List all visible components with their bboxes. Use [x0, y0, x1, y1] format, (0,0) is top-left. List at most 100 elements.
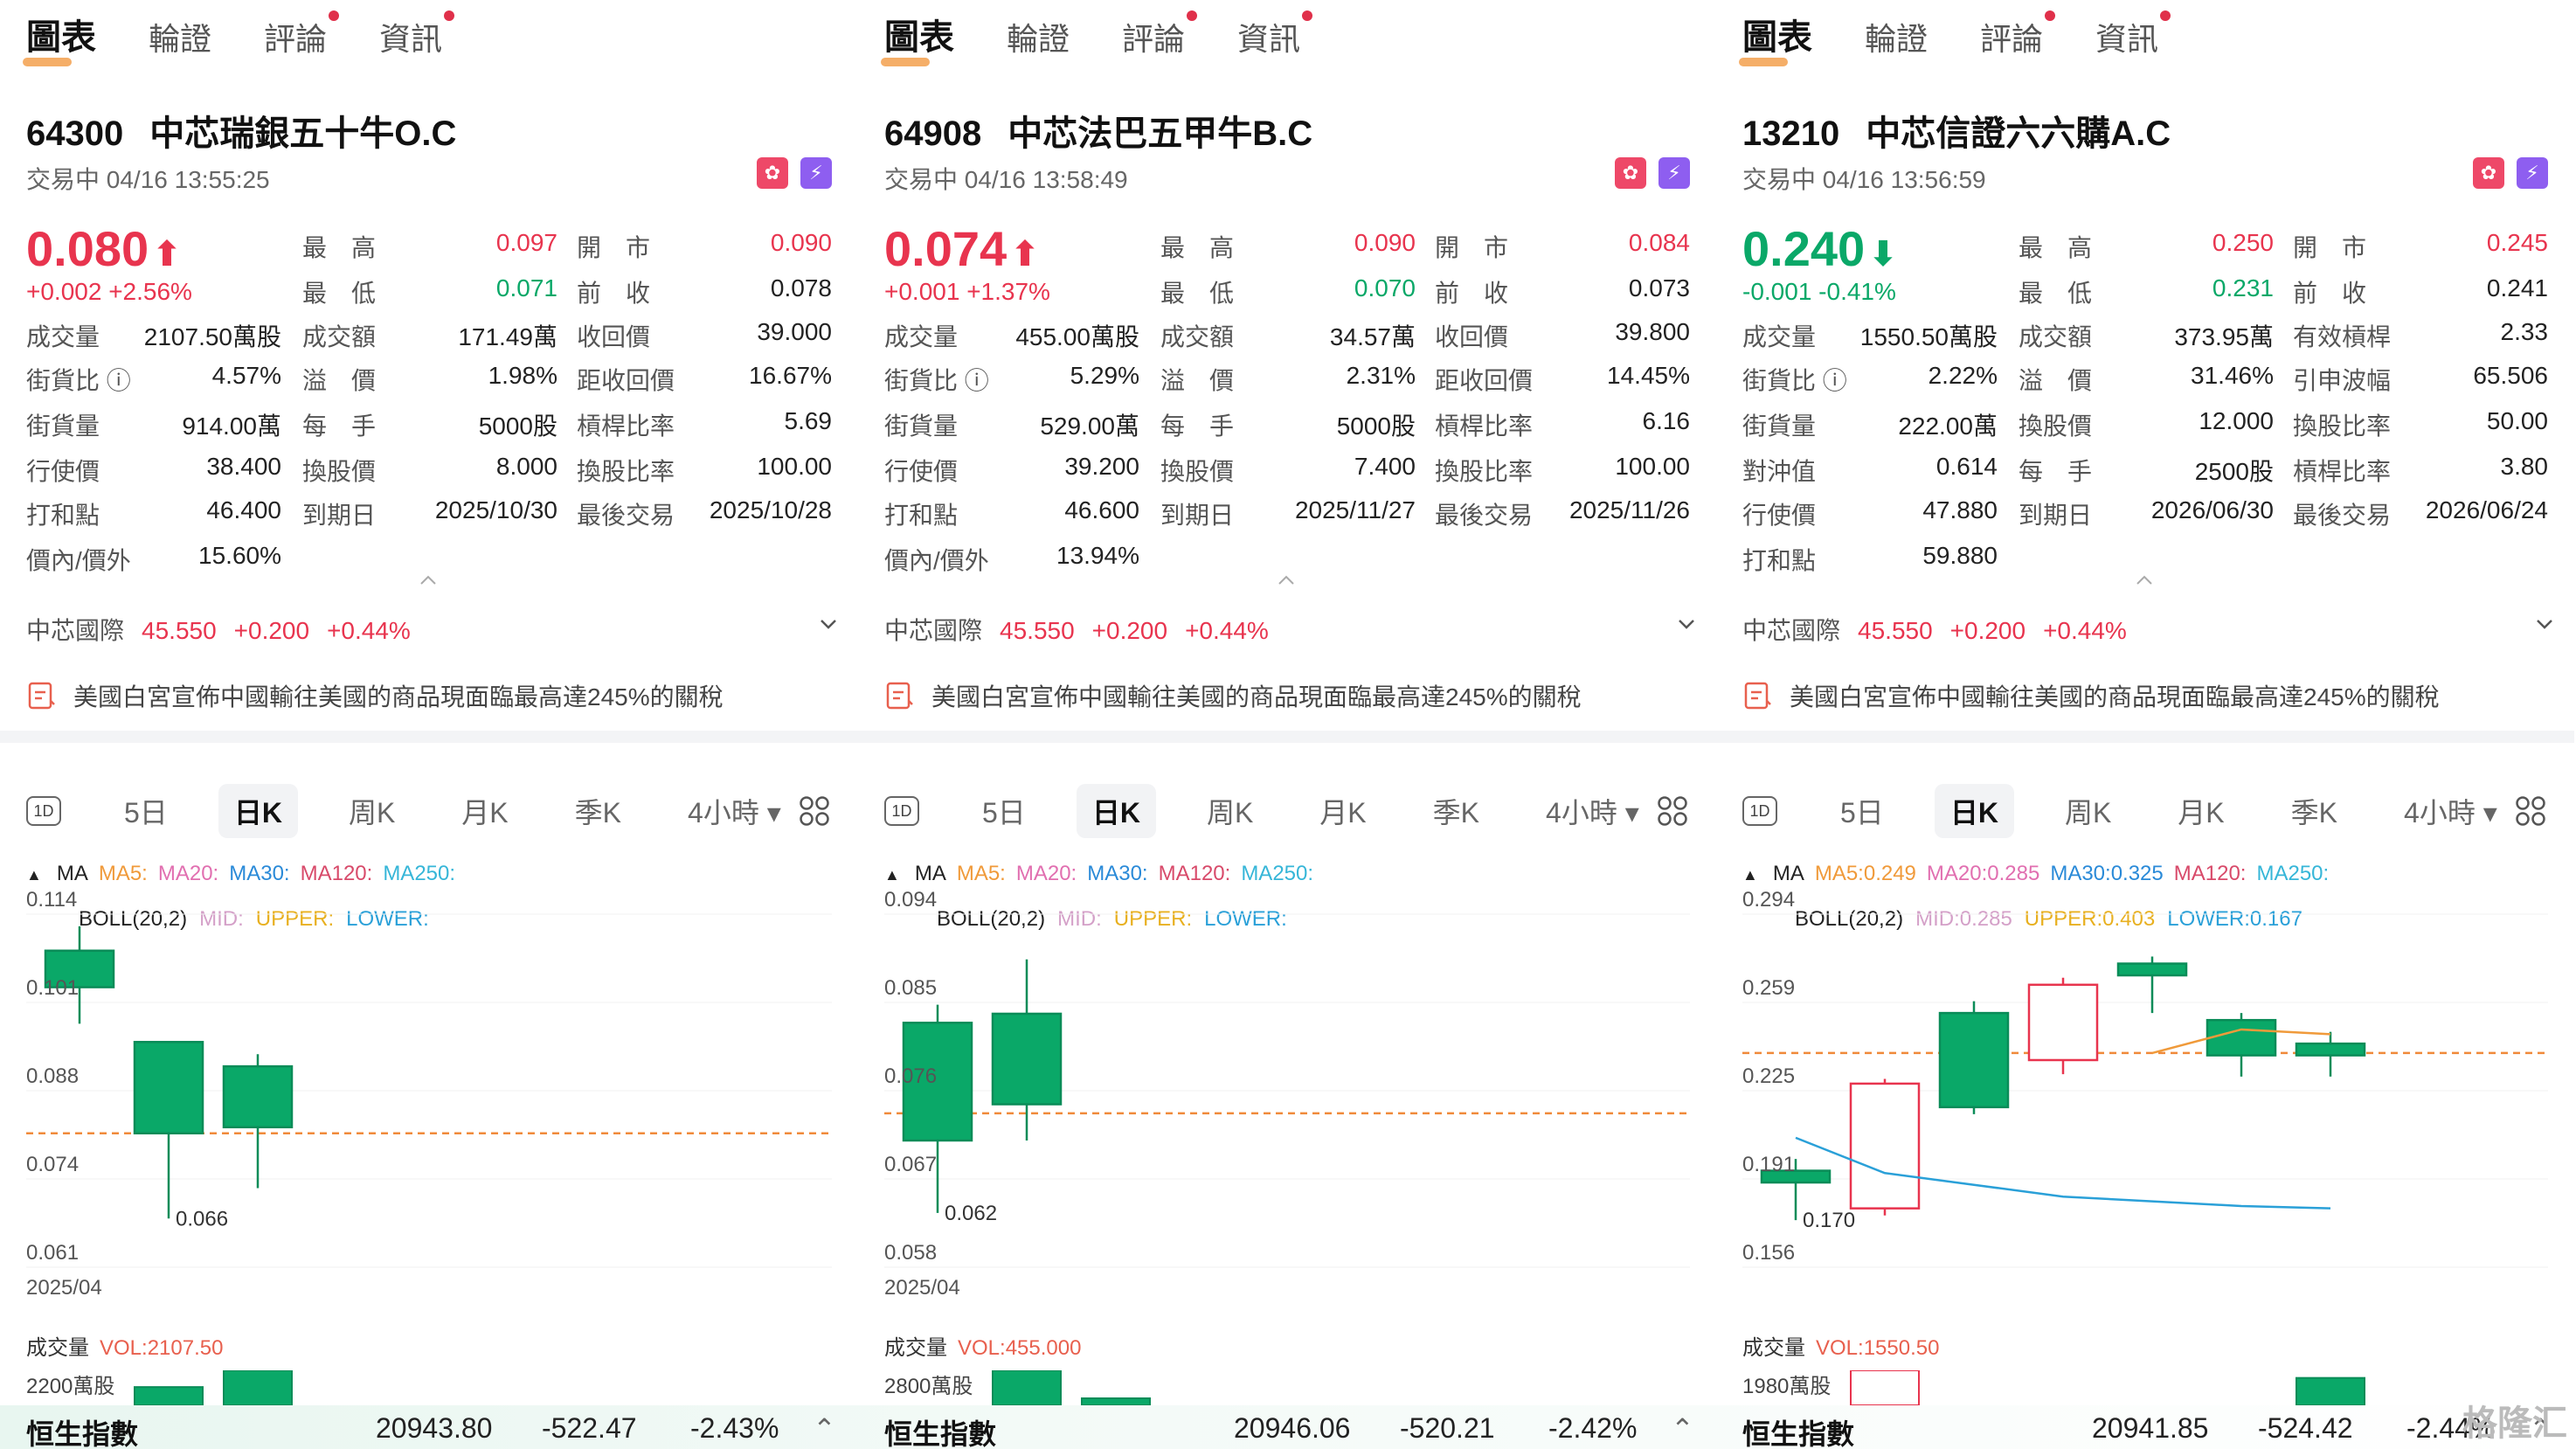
- period-tab[interactable]: 季K: [559, 784, 637, 838]
- volume-bar: [1850, 1370, 1920, 1405]
- stat-label: 有效槓桿: [2293, 323, 2392, 350]
- stat-value: 0.090: [770, 229, 832, 256]
- period-tab[interactable]: 周K: [333, 784, 411, 838]
- triangle-up-icon[interactable]: ▲: [884, 866, 904, 884]
- stat-label: 距收回價: [577, 367, 675, 394]
- period-tab[interactable]: 月K: [1304, 784, 1381, 838]
- collapse-caret-icon[interactable]: [1276, 573, 1297, 586]
- stat-value: 2025/11/26: [1568, 496, 1690, 523]
- collapse-caret-icon[interactable]: [418, 573, 439, 586]
- stat-value: 0.078: [770, 274, 832, 302]
- stat-value: 16.67%: [749, 362, 832, 389]
- tab-chart[interactable]: 圖表: [881, 9, 954, 66]
- low-price-label: 0.170: [1803, 1209, 1855, 1232]
- grid-menu-icon[interactable]: [797, 794, 832, 828]
- period-tab[interactable]: 月K: [446, 784, 523, 838]
- period-tab[interactable]: 周K: [2049, 784, 2127, 838]
- period-tab[interactable]: 日K: [1076, 784, 1156, 838]
- tab-comments[interactable]: 評論: [1980, 10, 2056, 66]
- tab-warrants[interactable]: 輪證: [1007, 14, 1070, 66]
- stat-label: 成交量: [884, 323, 959, 350]
- grid-menu-icon[interactable]: [1655, 794, 1690, 828]
- grid-menu-icon[interactable]: [2513, 794, 2548, 828]
- lightning-icon[interactable]: ⚡: [800, 157, 832, 189]
- candlestick-chart[interactable]: 0.066: [0, 900, 858, 1311]
- ma-legend[interactable]: ▲ MA MA5:0.249 MA20:0.285 MA30:0.325 MA120: M…: [1742, 862, 2339, 886]
- ticker-pct: -2.42%: [1548, 1412, 1638, 1444]
- news-headline[interactable]: 美國白宮宣佈中國輸往美國的商品現面臨最高達245%的關稅: [884, 678, 1582, 713]
- stat-value: 3.80: [2500, 453, 2549, 480]
- stat-value: 2026/06/24: [2425, 496, 2548, 523]
- ticker-name: 恒生指數: [1742, 1412, 1854, 1449]
- tab-news[interactable]: 資訊: [2095, 10, 2171, 66]
- ma-legend[interactable]: ▲ MA MA5: MA20: MA30: MA120: MA250:: [884, 862, 1324, 886]
- lightning-icon[interactable]: ⚡: [1658, 157, 1690, 189]
- period-tab[interactable]: 季K: [2275, 784, 2353, 838]
- period-tab[interactable]: 4小時 ▾: [1530, 784, 1655, 838]
- triangle-up-icon[interactable]: ▲: [1742, 866, 1762, 884]
- period-tab[interactable]: 4小時 ▾: [672, 784, 797, 838]
- hk-flower-icon[interactable]: ✿: [2473, 157, 2504, 189]
- period-tab[interactable]: 5日: [966, 784, 1042, 838]
- stat-label: 最 高: [302, 234, 377, 261]
- period-1d-icon[interactable]: 1D: [1742, 796, 1777, 826]
- index-ticker-bar[interactable]: 恒生指數 20943.80 -522.47 -2.43% ⌃ 恒生指數 20946.06 -5…: [0, 1405, 2576, 1449]
- last-price: 0.074 ⬆: [884, 220, 1040, 277]
- lightning-icon[interactable]: ⚡: [2517, 157, 2548, 189]
- volume-legend: 成交量 VOL:2107.50: [26, 1330, 223, 1361]
- ma-legend[interactable]: ▲ MA MA5: MA20: MA30: MA120: MA250:: [26, 862, 466, 886]
- period-tab[interactable]: 周K: [1191, 784, 1269, 838]
- period-1d-icon[interactable]: 1D: [26, 796, 61, 826]
- underlying-quote[interactable]: 中芯國際 45.550 +0.200 +0.44%: [884, 612, 1697, 647]
- news-headline[interactable]: 美國白宮宣佈中國輸往美國的商品現面臨最高達245%的關稅: [26, 678, 724, 713]
- tab-warrants[interactable]: 輪證: [149, 14, 211, 66]
- period-tab[interactable]: 日K: [218, 784, 298, 838]
- stat-label: 引申波幅: [2293, 367, 2392, 394]
- tab-chart[interactable]: 圖表: [23, 9, 96, 66]
- chevron-down-icon[interactable]: [816, 615, 841, 633]
- stat-value: 5000股: [1336, 413, 1416, 440]
- period-tab[interactable]: 月K: [2162, 784, 2240, 838]
- tab-chart[interactable]: 圖表: [1739, 9, 1812, 66]
- period-tab[interactable]: 季K: [1417, 784, 1495, 838]
- stat-label: 槓桿比率: [577, 413, 675, 440]
- period-tab[interactable]: 5日: [1825, 784, 1900, 838]
- price-change: +0.002 +2.56%: [26, 278, 192, 305]
- warrant-panel-3: 圖表 輪證 評論 資訊 13210 中芯信證六六購A.C 交易中 04/16 13:56:5…: [1716, 0, 2574, 1449]
- candlestick-chart[interactable]: 0.170: [1716, 900, 2574, 1311]
- candlestick-chart[interactable]: 0.062: [858, 900, 1716, 1311]
- chevron-down-icon[interactable]: [2532, 615, 2557, 633]
- underlying-quote[interactable]: 中芯國際 45.550 +0.200 +0.44%: [26, 612, 839, 647]
- expand-caret-icon[interactable]: ⌃: [1671, 1412, 1694, 1446]
- tab-comments[interactable]: 評論: [264, 10, 340, 66]
- tab-comments[interactable]: 評論: [1122, 10, 1198, 66]
- volume-bar: [992, 1370, 1062, 1405]
- stat-label: 最 低: [1160, 280, 1235, 307]
- stat-value: 2107.50萬股: [143, 323, 281, 350]
- period-tab[interactable]: 日K: [1934, 784, 2014, 838]
- period-1d-icon[interactable]: 1D: [884, 796, 919, 826]
- chevron-down-icon[interactable]: [1674, 615, 1699, 633]
- stat-label: 成交量: [1742, 323, 1817, 350]
- stat-label: 行使價: [884, 458, 959, 485]
- tab-news[interactable]: 資訊: [379, 10, 455, 66]
- period-tab[interactable]: 4小時 ▾: [2388, 784, 2513, 838]
- expand-caret-icon[interactable]: ⌃: [813, 1412, 836, 1446]
- tab-news[interactable]: 資訊: [1237, 10, 1313, 66]
- news-headline[interactable]: 美國白宮宣佈中國輸往美國的商品現面臨最高達245%的關稅: [1742, 678, 2440, 713]
- period-selector: 1D 5日 日K 周K 月K 季K 4小時 ▾: [884, 783, 1690, 839]
- tab-warrants[interactable]: 輪證: [1865, 14, 1928, 66]
- triangle-up-icon[interactable]: ▲: [26, 866, 46, 884]
- stat-value: 0.250: [2212, 229, 2274, 256]
- instrument-title: 64300 中芯瑞銀五十牛O.C: [26, 105, 456, 156]
- collapse-caret-icon[interactable]: [2134, 573, 2155, 586]
- hk-flower-icon[interactable]: ✿: [1615, 157, 1646, 189]
- stat-label: 收回價: [577, 323, 651, 350]
- underlying-quote[interactable]: 中芯國際 45.550 +0.200 +0.44%: [1742, 612, 2555, 647]
- notification-dot: [2045, 10, 2056, 21]
- period-tab[interactable]: 5日: [108, 784, 184, 838]
- volume-bar: [223, 1370, 293, 1405]
- market-badges: ✿ ⚡: [1615, 157, 1690, 189]
- hk-flower-icon[interactable]: ✿: [757, 157, 788, 189]
- legend-ma: MA: [914, 862, 946, 885]
